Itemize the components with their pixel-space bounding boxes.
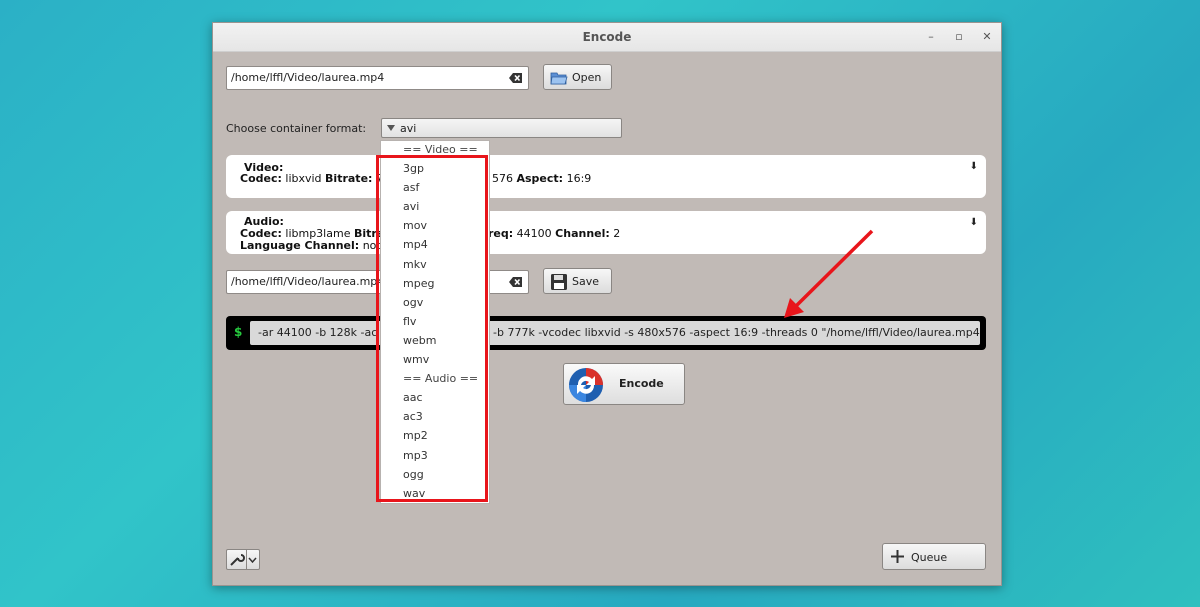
command-text-left: -ar 44100 -b 128k -ac [258,326,378,339]
dropdown-arrow-icon [387,125,395,131]
source-path-text: /home/lffl/Video/laurea.mp4 [231,71,385,84]
chevron-down-icon[interactable] [246,550,258,569]
expand-arrow-icon[interactable]: ⬇ [970,217,978,228]
encode-window: Encode – ▫ ✕ [212,22,1002,586]
video-info-panel[interactable]: Video: Codec: libxvid Bitrate: 7 576 Asp… [226,155,986,198]
audio-panel-details-right: req: 44100 Channel: 2 [488,227,621,240]
save-button-label: Save [572,275,600,288]
container-format-label: Choose container format: [226,122,367,135]
floppy-disk-icon [551,274,567,290]
clear-icon[interactable] [509,276,523,288]
highlight-box [376,155,488,502]
close-button[interactable]: ✕ [979,29,995,45]
tools-button[interactable] [226,549,260,570]
plus-icon [891,550,904,563]
output-path-text: /home/lffl/Video/laurea.mp4 [231,275,385,288]
wrench-icon [230,554,245,566]
encode-button-label: Encode [619,377,664,390]
command-field[interactable]: -ar 44100 -b 128k -ac -b 777k -vcodec li… [250,321,980,345]
command-text-right: -b 777k -vcodec libxvid -s 480x576 -aspe… [493,326,980,339]
container-format-select[interactable]: avi [381,118,622,138]
maximize-button[interactable]: ▫ [951,29,967,45]
open-button[interactable]: Open [543,64,612,90]
encode-button[interactable]: Encode [563,363,685,405]
container-format-value: avi [400,122,417,135]
video-panel-details-right: 576 Aspect: 16:9 [492,172,592,185]
save-button[interactable]: Save [543,268,612,294]
audio-panel-language: Language Channel: not [240,239,381,252]
queue-button-label: Queue [911,551,948,564]
clear-icon[interactable] [509,72,523,84]
prompt-symbol: $ [234,325,243,339]
window-title: Encode [582,30,632,44]
source-path-input[interactable]: /home/lffl/Video/laurea.mp4 [226,66,529,90]
red-arrow-annotation [784,229,874,318]
open-button-label: Open [572,71,602,84]
expand-arrow-icon[interactable]: ⬇ [970,161,978,172]
folder-open-icon [550,72,568,85]
titlebar: Encode – ▫ ✕ [213,23,1001,52]
video-panel-details: Codec: libxvid Bitrate: 7 [240,172,383,185]
encode-icon [569,368,603,402]
queue-button[interactable]: Queue [882,543,986,570]
minimize-button[interactable]: – [923,29,939,45]
